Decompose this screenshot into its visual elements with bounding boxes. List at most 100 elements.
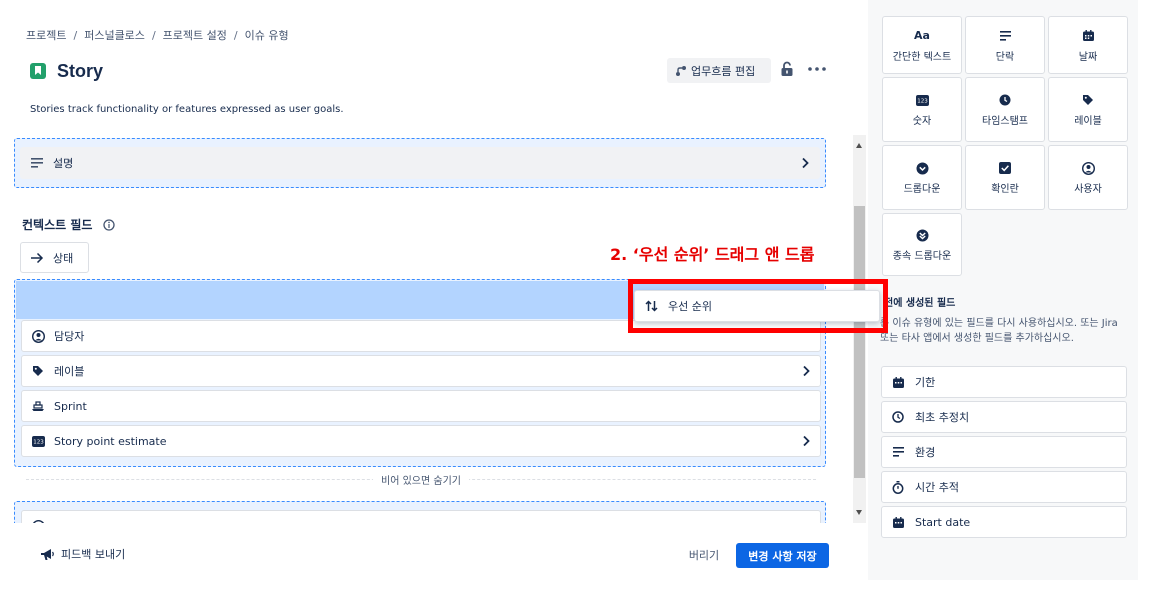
description-field-label: 설명 <box>53 157 74 170</box>
clock-icon <box>891 410 905 424</box>
palette-tile-labels[interactable]: 레이블 <box>1048 77 1128 142</box>
dragged-field-priority[interactable]: 우선 순위 <box>634 290 880 322</box>
issue-type-description: Stories track functionality or features … <box>30 104 344 115</box>
chevron-right-icon[interactable] <box>803 365 810 377</box>
scroll-up-icon[interactable] <box>856 143 862 148</box>
number-icon: 123 <box>915 92 929 108</box>
field-row-sprint[interactable]: Sprint <box>21 390 821 422</box>
checkbox-icon <box>999 160 1011 176</box>
edit-workflow-button[interactable]: 업무흐름 편집 <box>667 58 771 83</box>
created-field-label: 시간 추적 <box>915 481 959 494</box>
breadcrumb-separator: / <box>73 29 78 42</box>
dropdown-icon <box>916 160 929 176</box>
created-field-label: 기한 <box>915 376 936 389</box>
palette-tile-checkbox[interactable]: 확인란 <box>965 145 1045 210</box>
breadcrumb: 프로젝트 / 퍼스널클로스 / 프로젝트 설정 / 이슈 유형 <box>26 27 289 43</box>
user-circle-icon <box>31 329 45 343</box>
palette-tile-timestamp[interactable]: 타임스탬프 <box>965 77 1045 142</box>
status-field-row[interactable]: 상태 <box>20 242 89 273</box>
context-fields-title: 컨텍스트 필드 <box>22 218 93 232</box>
palette-tile-paragraph[interactable]: 단락 <box>965 16 1045 74</box>
workflow-icon <box>675 65 691 77</box>
created-field-label: 최초 추정치 <box>915 411 970 424</box>
paragraph-icon <box>999 28 1011 44</box>
arrow-right-icon <box>30 251 44 265</box>
priority-icon <box>644 299 658 313</box>
field-row-story-points[interactable]: 123 Story point estimate <box>21 425 821 457</box>
tag-icon <box>31 364 45 378</box>
scroll-down-icon[interactable] <box>856 510 862 515</box>
palette-tile-label: 숫자 <box>912 116 932 127</box>
breadcrumb-project-name[interactable]: 퍼스널클로스 <box>84 29 145 42</box>
calendar-icon <box>891 515 905 529</box>
palette-tile-short-text[interactable]: Aa 간단한 텍스트 <box>882 16 962 74</box>
drag-instruction-annotation: 2. ‘우선 순위’ 드래그 앤 드롭 <box>610 241 817 265</box>
field-palette-panel: Aa 간단한 텍스트 단락 날짜 123 숫자 타임스탬프 레이블 드롭다운 확… <box>868 0 1138 580</box>
created-field-label: Start date <box>915 515 971 529</box>
calendar-icon <box>1082 28 1094 44</box>
created-field-start-date[interactable]: Start date <box>881 506 1127 538</box>
field-row-partial[interactable] <box>21 510 821 523</box>
sprint-icon <box>31 399 45 413</box>
palette-tile-cascading-dropdown[interactable]: 종속 드롭다운 <box>882 213 962 276</box>
text-icon: Aa <box>914 29 930 42</box>
number-icon: 123 <box>31 434 45 448</box>
breadcrumb-project-settings[interactable]: 프로젝트 설정 <box>163 29 227 42</box>
hidden-fields-drop-zone[interactable] <box>14 501 826 523</box>
description-field-row[interactable]: 설명 <box>20 147 820 179</box>
edit-workflow-label: 업무흐름 편집 <box>691 64 756 78</box>
megaphone-icon <box>40 548 61 561</box>
created-field-environment[interactable]: 환경 <box>881 436 1127 468</box>
story-type-icon <box>30 63 46 79</box>
palette-tile-label: 단락 <box>995 51 1015 63</box>
palette-tile-date[interactable]: 날짜 <box>1048 16 1128 74</box>
palette-tile-dropdown[interactable]: 드롭다운 <box>882 145 962 210</box>
discard-button[interactable]: 버리기 <box>680 543 728 567</box>
field-row-label: 담당자 <box>54 330 85 343</box>
page-header: Story <box>30 60 103 82</box>
field-row-label: 레이블 <box>54 365 85 378</box>
field-row-label: Sprint <box>54 399 87 413</box>
paragraph-icon <box>891 445 905 459</box>
more-options-icon[interactable] <box>808 67 826 71</box>
field-row-labels[interactable]: 레이블 <box>21 355 821 387</box>
paragraph-icon <box>30 156 44 170</box>
created-field-due-date[interactable]: 기한 <box>881 366 1127 398</box>
clock-icon <box>999 92 1011 108</box>
previously-created-fields-description: 른 이슈 유형에 있는 필드를 다시 사용하십시오. 또는 Jira 또는 타사… <box>880 318 1118 344</box>
previously-created-fields-heading: 전에 생성된 필드 <box>884 298 956 309</box>
dragged-field-label: 우선 순위 <box>668 300 712 313</box>
scrollbar-thumb[interactable] <box>854 206 865 478</box>
calendar-icon <box>891 375 905 389</box>
breadcrumb-issue-types[interactable]: 이슈 유형 <box>245 29 289 42</box>
palette-tile-label: 타임스탬프 <box>982 116 1028 127</box>
chevron-right-icon[interactable] <box>803 435 810 447</box>
palette-tile-label: 사용자 <box>1074 184 1102 195</box>
chevron-right-icon[interactable] <box>802 157 809 169</box>
user-icon <box>1081 160 1095 176</box>
palette-tile-label: 드롭다운 <box>903 184 941 195</box>
svg-text:123: 123 <box>33 439 44 445</box>
unlock-icon[interactable] <box>780 61 794 77</box>
hide-when-empty-divider: 비어 있으면 숨기기 <box>26 472 816 487</box>
tag-icon <box>1082 92 1094 108</box>
send-feedback-button[interactable]: 피드백 보내기 <box>40 546 125 562</box>
cascading-dropdown-icon <box>916 227 929 243</box>
hide-when-empty-label: 비어 있으면 숨기기 <box>373 472 469 487</box>
stopwatch-icon <box>891 480 905 494</box>
context-fields-heading: 컨텍스트 필드 <box>22 216 116 233</box>
palette-tile-label: 확인란 <box>991 184 1019 195</box>
palette-tile-number[interactable]: 123 숫자 <box>882 77 962 142</box>
created-field-label: 환경 <box>915 446 936 459</box>
send-feedback-label: 피드백 보내기 <box>61 548 126 561</box>
save-changes-button[interactable]: 변경 사항 저장 <box>736 543 829 568</box>
palette-tile-label: 간단한 텍스트 <box>892 51 952 63</box>
created-field-time-tracking[interactable]: 시간 추적 <box>881 471 1127 503</box>
svg-text:123: 123 <box>917 98 928 104</box>
palette-tile-label: 날짜 <box>1078 51 1098 63</box>
breadcrumb-projects[interactable]: 프로젝트 <box>26 29 66 42</box>
page-title: Story <box>57 60 104 81</box>
palette-tile-user[interactable]: 사용자 <box>1048 145 1128 210</box>
info-icon[interactable] <box>103 218 116 231</box>
created-field-original-estimate[interactable]: 최초 추정치 <box>881 401 1127 433</box>
